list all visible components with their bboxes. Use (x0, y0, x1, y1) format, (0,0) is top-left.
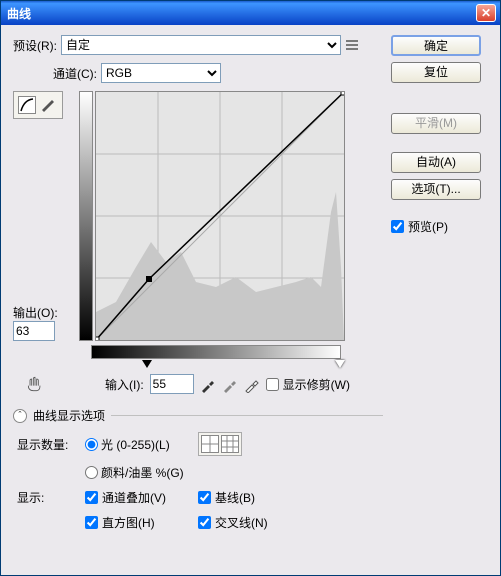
horizontal-gradient (91, 345, 341, 359)
curve-point-mid (146, 276, 152, 282)
options-button[interactable]: 选项(T)... (391, 179, 481, 200)
hand-adjust-icon[interactable] (23, 373, 47, 395)
grid-size-group (198, 432, 242, 456)
white-eyedropper-icon[interactable] (244, 375, 260, 393)
channel-label: 通道(C): (53, 65, 97, 82)
preset-menu-icon[interactable] (345, 38, 359, 52)
auto-button[interactable]: 自动(A) (391, 152, 481, 173)
show-amount-label: 显示数量: (17, 436, 77, 453)
close-button[interactable]: ✕ (476, 4, 496, 22)
input-label: 输入(I): (105, 376, 144, 393)
preset-label: 预设(R): (13, 37, 57, 54)
reset-button[interactable]: 复位 (391, 62, 481, 83)
light-radio[interactable]: 光 (0-255)(L) (85, 436, 170, 453)
output-label: 输出(O): (13, 304, 73, 321)
grid-small-icon[interactable] (201, 435, 219, 453)
smooth-button: 平滑(M) (391, 113, 481, 134)
curve-graph[interactable] (95, 91, 345, 341)
show-label: 显示: (17, 489, 77, 506)
pencil-tool-icon[interactable] (38, 96, 56, 114)
ok-button[interactable]: 确定 (391, 35, 481, 56)
show-clipping-checkbox[interactable]: 显示修剪(W) (266, 376, 350, 393)
baseline-checkbox[interactable]: 基线(B) (198, 489, 303, 506)
channel-select[interactable]: RGB (101, 63, 221, 83)
expand-toggle[interactable]: ˆ (13, 409, 27, 423)
divider (111, 415, 383, 416)
curve-point-start (96, 337, 99, 340)
channel-overlay-checkbox[interactable]: 通道叠加(V) (85, 489, 190, 506)
curve-point-end (341, 92, 344, 95)
pigment-radio[interactable]: 颜料/油墨 %(G) (85, 464, 184, 481)
preview-checkbox[interactable]: 预览(P) (391, 218, 481, 235)
title-bar: 曲线 ✕ (1, 1, 500, 25)
curve-display-options-label: 曲线显示选项 (33, 407, 105, 424)
preset-select[interactable]: 自定 (61, 35, 341, 55)
curve-tool-icon[interactable] (18, 96, 36, 114)
vertical-gradient (79, 91, 93, 341)
tool-box (13, 91, 63, 119)
black-eyedropper-icon[interactable] (200, 375, 216, 393)
intersection-checkbox[interactable]: 交叉线(N) (198, 514, 303, 531)
preview-label: 预览(P) (408, 218, 448, 235)
black-point-slider[interactable] (142, 360, 152, 368)
show-clipping-label: 显示修剪(W) (283, 376, 350, 393)
output-input[interactable] (13, 321, 55, 341)
histogram-checkbox[interactable]: 直方图(H) (85, 514, 190, 531)
white-point-slider[interactable] (335, 360, 345, 368)
window-title: 曲线 (5, 5, 476, 22)
input-input[interactable] (150, 374, 194, 394)
curves-dialog: 曲线 ✕ 预设(R): 自定 通道(C): RGB (0, 0, 501, 576)
gray-eyedropper-icon[interactable] (222, 375, 238, 393)
grid-large-icon[interactable] (221, 435, 239, 453)
